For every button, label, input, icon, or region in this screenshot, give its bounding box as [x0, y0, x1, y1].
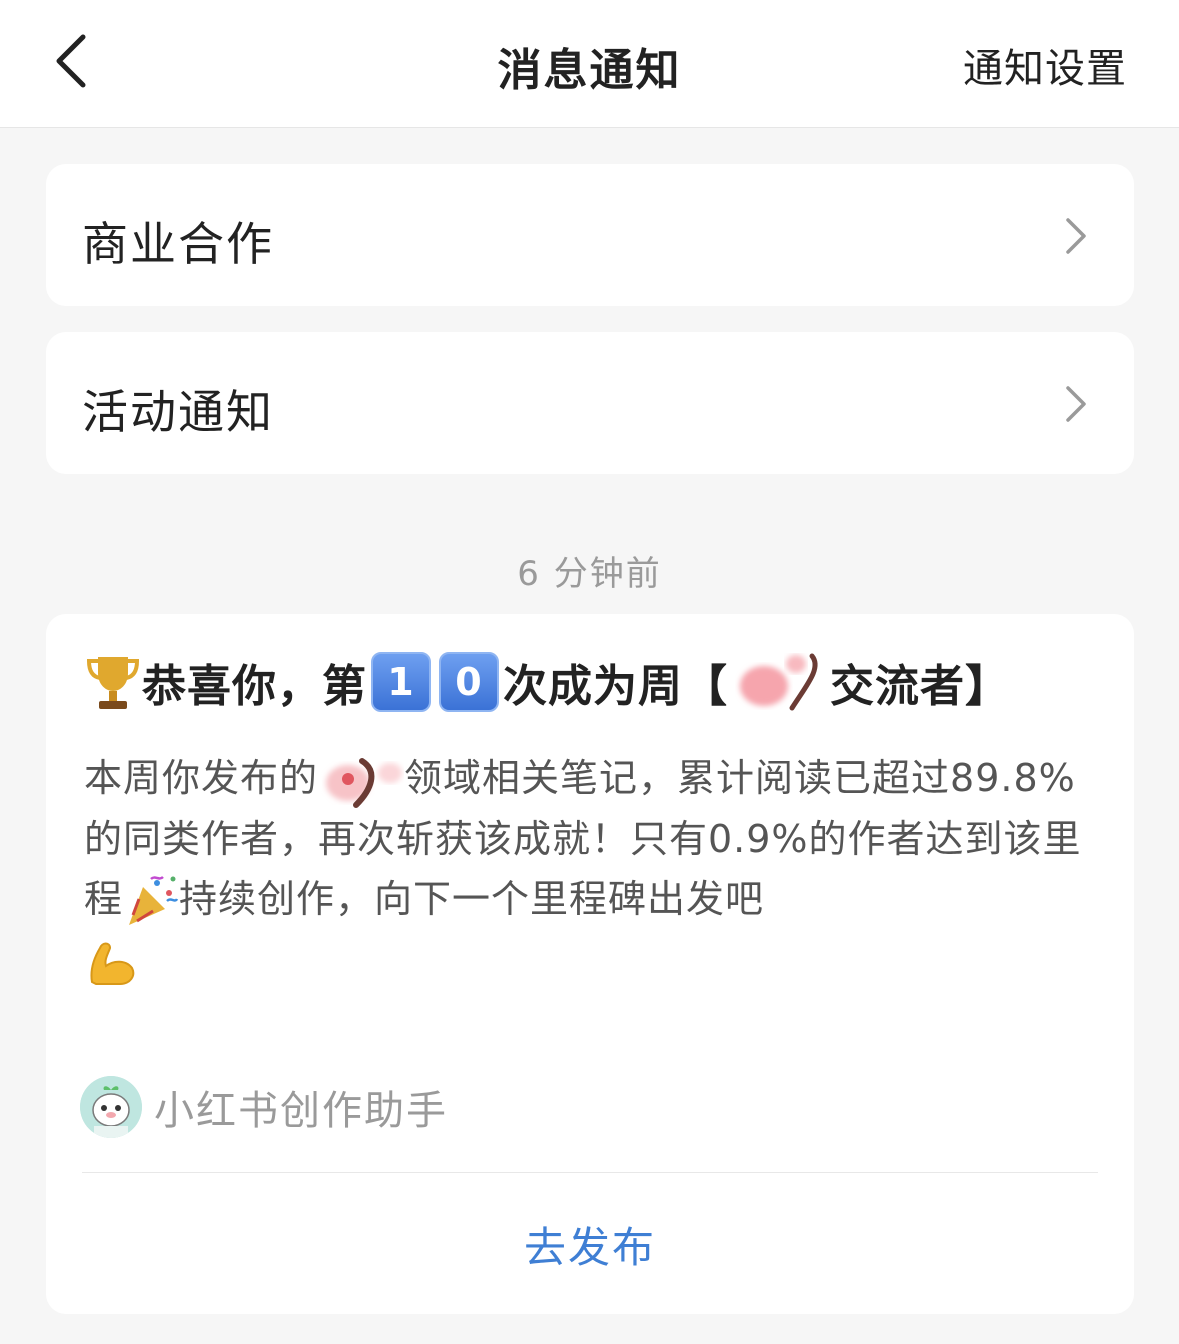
- trophy-icon: [84, 651, 142, 713]
- title-text-mid: 次成为周【: [503, 661, 728, 712]
- message-timestamp: 6 分钟前: [517, 554, 662, 594]
- sender-info: 小红书创作助手: [80, 1076, 448, 1138]
- avatar[interactable]: [80, 1076, 142, 1138]
- title-text-suffix: 交流者】: [830, 661, 1010, 712]
- divider: [82, 1172, 1098, 1173]
- chevron-right-icon: [1066, 218, 1086, 254]
- message-body: 本周你发布的 领域相关笔记，累计阅读已超过89.8%的同类作者，再次斩获该成就！只…: [84, 748, 1104, 990]
- title-text-prefix: 恭喜你，第: [142, 661, 367, 712]
- party-popper-icon: [123, 873, 179, 929]
- go-publish-button[interactable]: 去发布: [46, 1214, 1134, 1275]
- row-label: 商业合作: [82, 217, 274, 271]
- row-activity-notification[interactable]: 活动通知: [46, 332, 1134, 474]
- keycap-digit-icon: 0: [439, 652, 499, 712]
- body-text-part1: 本周你发布的: [84, 756, 319, 800]
- sender-name: 小红书创作助手: [154, 1088, 448, 1134]
- keycap-digit-icon: 1: [371, 652, 431, 712]
- blurred-sticker-icon: [730, 650, 828, 714]
- body-text-part3: 持续创作，向下一个里程碑出发吧: [179, 876, 765, 921]
- blurred-sticker-icon: [318, 753, 404, 809]
- flexed-biceps-icon: [84, 934, 140, 990]
- top-nav-bar: 消息通知 通知设置: [0, 0, 1179, 128]
- row-business-cooperation[interactable]: 商业合作: [46, 164, 1134, 306]
- message-card: 恭喜你，第 1 0 次成为周【 交流者】 本周你发布的 领域相关笔记，累计阅读已超…: [46, 614, 1134, 1314]
- notification-settings-link[interactable]: 通知设置: [963, 36, 1127, 94]
- chevron-right-icon: [1066, 386, 1086, 422]
- message-title: 恭喜你，第 1 0 次成为周【 交流者】: [84, 650, 1104, 714]
- row-label: 活动通知: [82, 385, 274, 439]
